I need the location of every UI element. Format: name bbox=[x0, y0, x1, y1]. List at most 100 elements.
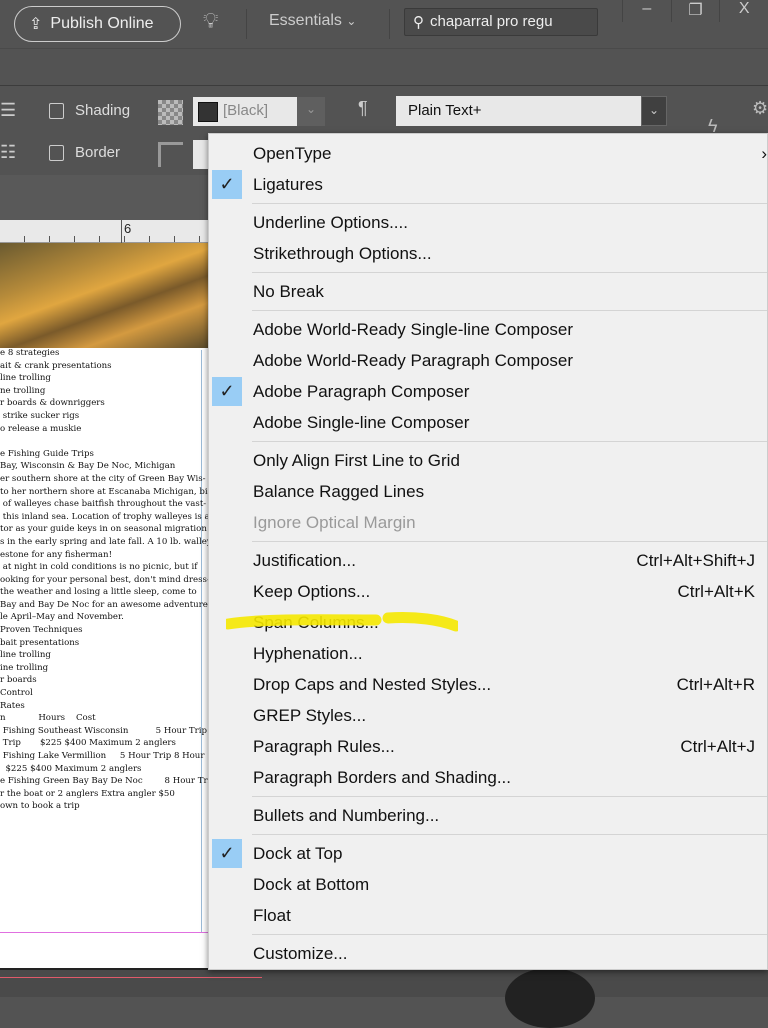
horizontal-ruler[interactable] bbox=[0, 220, 208, 243]
document-text[interactable]: e 8 strategies ait & crank presentations l… bbox=[0, 347, 217, 813]
minimize-button[interactable]: – bbox=[622, 0, 671, 22]
restore-button[interactable]: ❐ bbox=[670, 0, 720, 22]
border-corner-icon[interactable] bbox=[158, 142, 183, 167]
menu-item-grep-styles[interactable]: GREP Styles... bbox=[209, 700, 767, 731]
document-line: le April–May and November. bbox=[0, 612, 124, 623]
border-checkbox[interactable] bbox=[49, 145, 64, 161]
checkmark-icon bbox=[212, 763, 242, 792]
checkmark-icon bbox=[212, 939, 242, 968]
numbered-list-icon[interactable]: ☷ bbox=[0, 142, 16, 163]
paragraph-style-select[interactable]: Plain Text+ bbox=[396, 96, 641, 126]
bleed-guide bbox=[0, 977, 262, 978]
menu-shortcut: Ctrl+Alt+Shift+J bbox=[636, 550, 755, 570]
menu-item-adobe-world-ready-paragraph-composer[interactable]: Adobe World-Ready Paragraph Composer bbox=[209, 345, 767, 376]
checkmark-icon bbox=[212, 446, 242, 475]
document-line: Fishing Southeast Wisconsin 5 Hour Trip bbox=[0, 725, 207, 736]
menu-item-paragraph-borders-and-shading[interactable]: Paragraph Borders and Shading... bbox=[209, 762, 767, 793]
menu-item-label: Drop Caps and Nested Styles... bbox=[253, 674, 492, 694]
menu-item-label: Strikethrough Options... bbox=[253, 243, 432, 263]
menu-item-label: Adobe World-Ready Single-line Composer bbox=[253, 319, 574, 339]
shading-grid-icon[interactable] bbox=[158, 100, 183, 125]
menu-item-label: No Break bbox=[253, 281, 324, 301]
app-logo-icon bbox=[505, 968, 595, 1028]
document-line: tor as your guide keys in on seasonal mi… bbox=[0, 524, 207, 535]
publish-online-button[interactable]: ⇪ Publish Online bbox=[14, 6, 181, 42]
chevron-down-icon[interactable]: ⌄ bbox=[297, 97, 325, 126]
document-line: ooking for your personal best, don't min… bbox=[0, 574, 210, 585]
menu-item-strikethrough-options[interactable]: Strikethrough Options... bbox=[209, 238, 767, 269]
menu-item-label: GREP Styles... bbox=[253, 705, 367, 725]
menu-item-opentype[interactable]: OpenType › bbox=[209, 138, 767, 169]
document-line: estone for any fisherman! bbox=[0, 549, 113, 560]
document-line: r boards & downriggers bbox=[0, 398, 105, 409]
document-line: r the boat or 2 anglers Extra angler $50 bbox=[0, 788, 175, 799]
upload-icon: ⇪ bbox=[29, 16, 43, 33]
menu-item-drop-caps-and-nested-styles[interactable]: Drop Caps and Nested Styles... Ctrl+Alt+R bbox=[209, 669, 767, 700]
checkmark-icon: ✓ bbox=[212, 170, 242, 199]
menu-item-dock-at-bottom[interactable]: Dock at Bottom bbox=[209, 869, 767, 900]
gear-icon[interactable]: ⚙ bbox=[752, 98, 768, 119]
document-line: r boards bbox=[0, 675, 37, 686]
document-line: line trolling bbox=[0, 373, 51, 384]
menu-item-only-align-first-line-to-grid[interactable]: Only Align First Line to Grid bbox=[209, 445, 767, 476]
menu-item-justification[interactable]: Justification... Ctrl+Alt+Shift+J bbox=[209, 545, 767, 576]
menu-item-label: Bullets and Numbering... bbox=[253, 805, 440, 825]
document-line: e Fishing Guide Trips bbox=[0, 448, 94, 459]
menu-item-label: Keep Options... bbox=[253, 581, 371, 601]
document-line: Trip $225 $400 Maximum 2 anglers bbox=[0, 738, 176, 749]
menu-item-label: OpenType bbox=[253, 143, 332, 163]
workspace-switcher[interactable]: Essentials ⌄ bbox=[269, 12, 356, 30]
menu-shortcut: Ctrl+Alt+R bbox=[676, 674, 755, 694]
menu-item-ligatures[interactable]: ✓ Ligatures bbox=[209, 169, 767, 200]
fishing-photo[interactable] bbox=[0, 243, 208, 348]
document-line: er southern shore at the city of Green B… bbox=[0, 473, 206, 484]
margin-guide bbox=[0, 932, 208, 933]
checkmark-icon bbox=[212, 801, 242, 830]
menu-item-keep-options[interactable]: Keep Options... Ctrl+Alt+K bbox=[209, 576, 767, 607]
menu-item-adobe-single-line-composer[interactable]: Adobe Single-line Composer bbox=[209, 407, 767, 438]
document-line: ine trolling bbox=[0, 662, 49, 673]
shading-color-swatch[interactable]: [Black] bbox=[193, 97, 297, 126]
bulleted-list-icon[interactable]: ☰ bbox=[0, 100, 16, 121]
menu-item-label: Float bbox=[253, 905, 291, 925]
menu-item-label: Dock at Bottom bbox=[253, 874, 370, 894]
search-input[interactable]: ⚲ chaparral pro regu bbox=[404, 8, 598, 36]
checkmark-icon bbox=[212, 639, 242, 668]
menu-item-balance-ragged-lines[interactable]: Balance Ragged Lines bbox=[209, 476, 767, 507]
menu-item-ignore-optical-margin[interactable]: Ignore Optical Margin bbox=[209, 507, 767, 538]
menu-item-no-break[interactable]: No Break bbox=[209, 276, 767, 307]
divider bbox=[389, 9, 390, 39]
close-button[interactable]: X bbox=[719, 0, 768, 22]
chevron-down-icon[interactable]: ⌄ bbox=[641, 96, 667, 126]
menu-item-label: Adobe Paragraph Composer bbox=[253, 381, 470, 401]
menu-item-label: Adobe World-Ready Paragraph Composer bbox=[253, 350, 574, 370]
menu-item-adobe-world-ready-single-line-composer[interactable]: Adobe World-Ready Single-line Composer bbox=[209, 314, 767, 345]
menu-item-label: Customize... bbox=[253, 943, 348, 963]
document-line: own to book a trip bbox=[0, 801, 80, 812]
checkmark-icon bbox=[212, 870, 242, 899]
menu-item-adobe-paragraph-composer[interactable]: ✓ Adobe Paragraph Composer bbox=[209, 376, 767, 407]
menu-item-underline-options[interactable]: Underline Options.... bbox=[209, 207, 767, 238]
shading-checkbox[interactable] bbox=[49, 103, 64, 119]
publish-label: Publish Online bbox=[50, 15, 154, 32]
border-label: Border bbox=[75, 144, 121, 161]
document-line: e Fishing Green Bay Bay De Noc 8 Hour Tr… bbox=[0, 776, 216, 787]
menu-item-customize[interactable]: Customize... bbox=[209, 938, 767, 969]
menu-item-paragraph-rules[interactable]: Paragraph Rules... Ctrl+Alt+J bbox=[209, 731, 767, 762]
lightbulb-icon[interactable]: 💡︎ bbox=[203, 8, 218, 34]
menu-item-hyphenation[interactable]: Hyphenation... bbox=[209, 638, 767, 669]
checkmark-icon bbox=[212, 670, 242, 699]
document-line: s in the early spring and late fall. A 1… bbox=[0, 536, 217, 547]
checkmark-icon bbox=[212, 239, 242, 268]
checkmark-icon bbox=[212, 139, 242, 168]
document-line: this inland sea. Location of trophy wall… bbox=[0, 511, 210, 522]
menu-item-bullets-and-numbering[interactable]: Bullets and Numbering... bbox=[209, 800, 767, 831]
menu-item-float[interactable]: Float bbox=[209, 900, 767, 931]
checkmark-icon bbox=[212, 508, 242, 537]
menu-item-dock-at-top[interactable]: ✓ Dock at Top bbox=[209, 838, 767, 869]
checkmark-icon bbox=[212, 408, 242, 437]
document-line: ait & crank presentations bbox=[0, 360, 112, 371]
pilcrow-icon[interactable]: ¶ bbox=[358, 98, 368, 119]
checkmark-icon: ✓ bbox=[212, 839, 242, 868]
